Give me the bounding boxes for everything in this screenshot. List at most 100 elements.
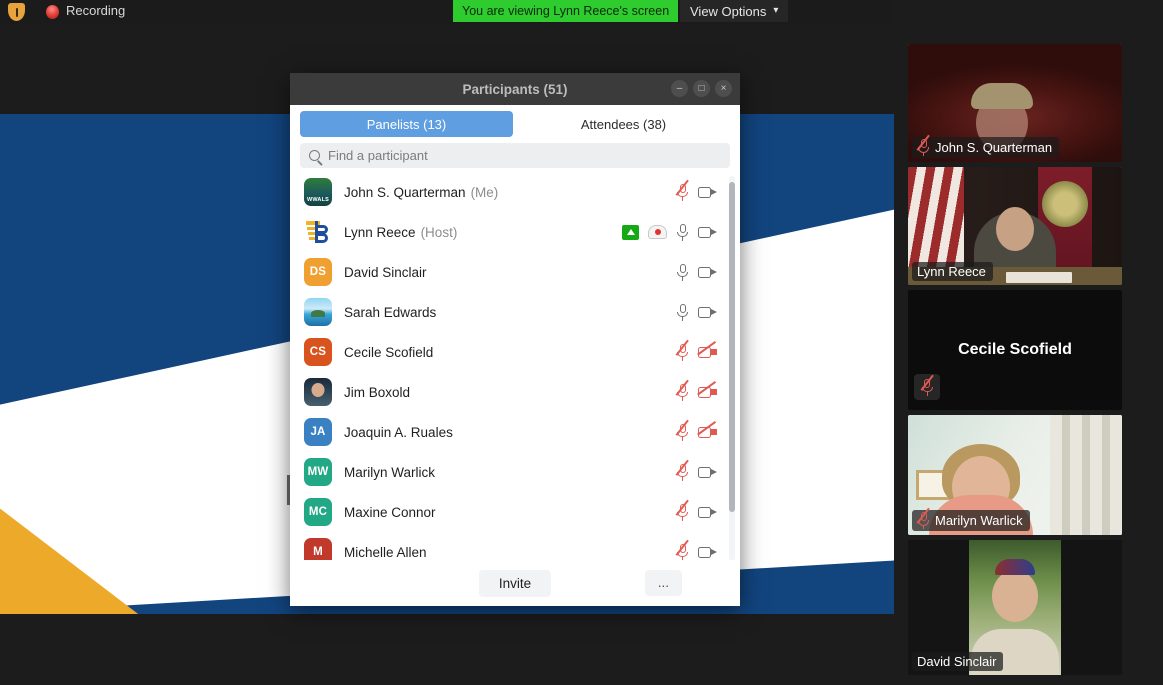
participant-name: Maxine Connor bbox=[344, 504, 436, 520]
camera-off-icon[interactable] bbox=[698, 386, 718, 399]
zoom-meeting-window: Recording You are viewing Lynn Reece's s… bbox=[0, 0, 1163, 685]
participant-status-icons bbox=[676, 383, 718, 401]
tab-panelists[interactable]: Panelists (13) bbox=[300, 111, 513, 137]
video-tile[interactable]: Marilyn Warlick bbox=[908, 415, 1122, 535]
mic-muted-icon[interactable] bbox=[676, 543, 689, 560]
participant-name: Sarah Edwards bbox=[344, 304, 437, 320]
participant-name: David Sinclair bbox=[344, 264, 427, 280]
dialog-titlebar[interactable]: Participants (51) – □ × bbox=[290, 73, 740, 105]
mic-muted-icon[interactable] bbox=[676, 383, 689, 401]
invite-button[interactable]: Invite bbox=[478, 569, 552, 597]
cloud-recording-icon bbox=[648, 225, 667, 239]
camera-icon[interactable] bbox=[698, 226, 718, 239]
camera-icon[interactable] bbox=[698, 546, 718, 559]
mic-icon[interactable] bbox=[676, 223, 689, 241]
avatar: JA bbox=[304, 418, 332, 446]
mic-muted-icon[interactable] bbox=[676, 423, 689, 441]
participant-row[interactable]: Jim Boxold bbox=[290, 372, 740, 412]
mic-muted-icon[interactable] bbox=[917, 139, 930, 156]
mic-muted-icon[interactable] bbox=[676, 463, 689, 481]
more-options-button[interactable]: ... bbox=[644, 570, 682, 596]
participant-name: Marilyn Warlick bbox=[344, 464, 435, 480]
camera-icon[interactable] bbox=[698, 306, 718, 319]
tile-participant-name: David Sinclair bbox=[917, 654, 997, 669]
participant-name: Cecile Scofield bbox=[344, 344, 434, 360]
participant-row[interactable]: Lynn Reece (Host) bbox=[290, 212, 740, 252]
avatar: M bbox=[304, 538, 332, 560]
mic-muted-icon[interactable] bbox=[676, 343, 689, 361]
participant-row[interactable]: Sarah Edwards bbox=[290, 292, 740, 332]
maximize-button[interactable]: □ bbox=[693, 80, 710, 97]
participant-status-icons bbox=[676, 263, 718, 281]
tile-nameplate: David Sinclair bbox=[912, 652, 1004, 671]
participant-name: Jim Boxold bbox=[344, 384, 411, 400]
participants-dialog: Participants (51) – □ × Panelists (13) A… bbox=[290, 73, 740, 606]
dialog-title: Participants (51) bbox=[462, 81, 568, 97]
avatar: MW bbox=[304, 458, 332, 486]
mic-muted-icon[interactable] bbox=[917, 512, 930, 529]
camera-icon[interactable] bbox=[698, 506, 718, 519]
camera-icon[interactable] bbox=[698, 266, 718, 279]
participant-status-icons bbox=[676, 423, 718, 441]
mic-muted-icon[interactable] bbox=[921, 378, 934, 396]
video-tile[interactable]: John S. Quarterman bbox=[908, 44, 1122, 162]
tile-participant-name: Marilyn Warlick bbox=[935, 513, 1023, 528]
mic-icon[interactable] bbox=[676, 303, 689, 321]
video-thumbnail-strip: John S. Quarterman Lynn Reece Cecile Scofi… bbox=[894, 0, 1163, 685]
video-tile[interactable]: David Sinclair bbox=[908, 540, 1122, 675]
tile-participant-name: Lynn Reece bbox=[917, 264, 986, 279]
participant-row[interactable]: DS David Sinclair bbox=[290, 252, 740, 292]
participant-row[interactable]: MW Marilyn Warlick bbox=[290, 452, 740, 492]
participant-row[interactable]: M Michelle Allen bbox=[290, 532, 740, 560]
participant-status-icons bbox=[676, 343, 718, 361]
view-options-button[interactable]: View Options ▾ bbox=[680, 0, 789, 22]
mic-muted-icon[interactable] bbox=[676, 183, 689, 201]
search-participant-field[interactable]: Find a participant bbox=[300, 143, 730, 168]
participant-name: Joaquin A. Ruales bbox=[344, 424, 453, 440]
participant-row[interactable]: MC Maxine Connor bbox=[290, 492, 740, 532]
camera-icon[interactable] bbox=[698, 466, 718, 479]
avatar: CS bbox=[304, 338, 332, 366]
participant-status-icons bbox=[622, 223, 718, 241]
viewing-screen-text: You are viewing Lynn Reece's screen bbox=[462, 4, 670, 18]
tile-nameplate: Marilyn Warlick bbox=[912, 510, 1030, 531]
minimize-button[interactable]: – bbox=[671, 80, 688, 97]
avatar bbox=[304, 298, 332, 326]
avatar: MC bbox=[304, 498, 332, 526]
participant-status-icons bbox=[676, 503, 718, 521]
recording-label: Recording bbox=[66, 3, 126, 18]
participant-status-icons bbox=[676, 303, 718, 321]
camera-off-icon[interactable] bbox=[698, 346, 718, 359]
participant-row[interactable]: CS Cecile Scofield bbox=[290, 332, 740, 372]
participant-status-icons bbox=[676, 543, 718, 560]
camera-icon[interactable] bbox=[698, 186, 718, 199]
security-shield-icon[interactable] bbox=[8, 3, 25, 21]
dialog-footer: Invite ... bbox=[290, 560, 740, 606]
tile-participant-name: John S. Quarterman bbox=[935, 140, 1053, 155]
search-icon bbox=[309, 150, 320, 161]
mic-muted-icon[interactable] bbox=[676, 503, 689, 521]
participants-list[interactable]: John S. Quarterman(Me)Lynn Reece(Host)DS… bbox=[290, 172, 740, 560]
video-tile[interactable]: Cecile Scofield bbox=[908, 290, 1122, 410]
participant-status-icons bbox=[676, 463, 718, 481]
tile-nameplate: John S. Quarterman bbox=[912, 137, 1060, 158]
view-options-label: View Options bbox=[690, 3, 767, 19]
viewing-screen-banner: You are viewing Lynn Reece's screen bbox=[453, 0, 679, 22]
avatar bbox=[304, 178, 332, 206]
participant-name: Michelle Allen bbox=[344, 544, 427, 560]
participant-row[interactable]: John S. Quarterman(Me) bbox=[290, 172, 740, 212]
recording-dot-icon[interactable] bbox=[46, 5, 59, 19]
video-tile[interactable]: Lynn Reece bbox=[908, 167, 1122, 285]
mic-icon[interactable] bbox=[676, 263, 689, 281]
tile-nameplate: Lynn Reece bbox=[912, 262, 993, 281]
tab-attendees[interactable]: Attendees (38) bbox=[517, 111, 730, 137]
screen-share-icon bbox=[622, 224, 639, 240]
close-button[interactable]: × bbox=[715, 80, 732, 97]
participant-name: John S. Quarterman bbox=[344, 184, 466, 200]
window-controls: – □ × bbox=[671, 80, 732, 97]
participant-row[interactable]: JA Joaquin A. Ruales bbox=[290, 412, 740, 452]
avatar bbox=[304, 378, 332, 406]
camera-off-icon[interactable] bbox=[698, 426, 718, 439]
participants-tabs: Panelists (13) Attendees (38) bbox=[290, 105, 740, 141]
participant-role-tag: (Me) bbox=[470, 184, 499, 200]
